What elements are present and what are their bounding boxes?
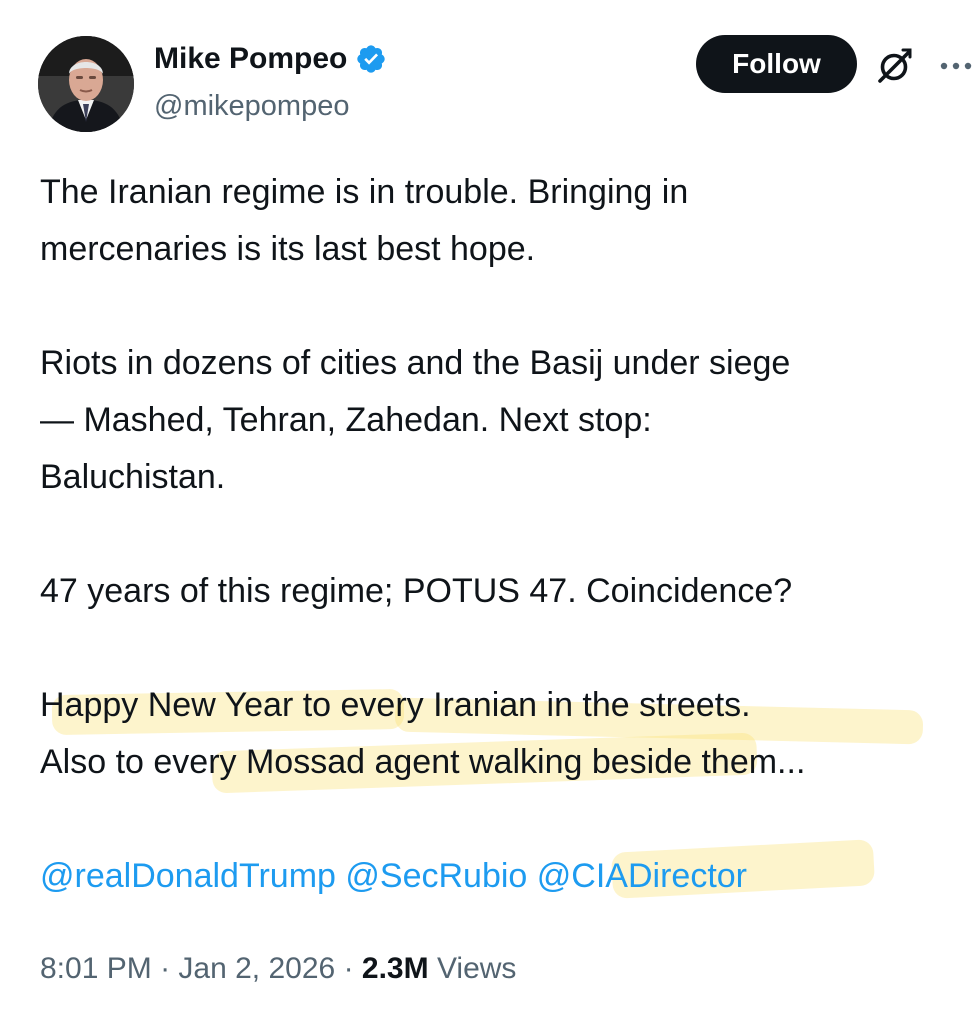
mention-link[interactable]: @realDonaldTrump <box>40 857 336 895</box>
meta-separator: · <box>343 952 354 985</box>
mention-link[interactable]: @CIADirector <box>537 857 747 895</box>
views-count[interactable]: 2.3M <box>362 952 429 985</box>
tweet-text: The Iranian regime is in trouble. Bringi… <box>40 164 965 905</box>
tweet-line: Also to every Mossad agent walking besid… <box>40 743 806 781</box>
author-name[interactable]: Mike Pompeo <box>154 40 347 78</box>
verified-badge-icon[interactable] <box>355 43 387 75</box>
avatar[interactable] <box>38 36 134 132</box>
mention-link[interactable]: @SecRubio <box>345 857 527 895</box>
author-name-row: Mike Pompeo <box>154 40 387 78</box>
profile-photo-icon <box>38 36 134 132</box>
tweet-line: Happy New Year to every Iranian in the s… <box>40 686 751 724</box>
more-options-icon[interactable] <box>934 52 978 80</box>
tweet-line: 47 years of this regime; POTUS 47. Coinc… <box>40 572 793 610</box>
tweet-line: Baluchistan. <box>40 458 226 496</box>
tweet-time[interactable]: 8:01 PM <box>40 952 152 985</box>
tweet-line: Riots in dozens of cities and the Basij … <box>40 344 791 382</box>
views-label[interactable]: Views <box>437 952 516 985</box>
author-handle[interactable]: @mikepompeo <box>154 88 349 124</box>
tweet-date[interactable]: Jan 2, 2026 <box>178 952 335 985</box>
tweet-line: The Iranian regime is in trouble. Bringi… <box>40 173 689 211</box>
tweet-line: — Mashed, Tehran, Zahedan. Next stop: <box>40 401 652 439</box>
grok-icon[interactable] <box>872 44 916 88</box>
meta-separator: · <box>160 952 171 985</box>
tweet-line: mercenaries is its last best hope. <box>40 230 536 268</box>
tweet-meta: 8:01 PM · Jan 2, 2026 · 2.3M Views <box>40 946 516 992</box>
mentions-line: @realDonaldTrump @SecRubio @CIADirector <box>40 848 965 905</box>
follow-button[interactable]: Follow <box>696 35 857 93</box>
